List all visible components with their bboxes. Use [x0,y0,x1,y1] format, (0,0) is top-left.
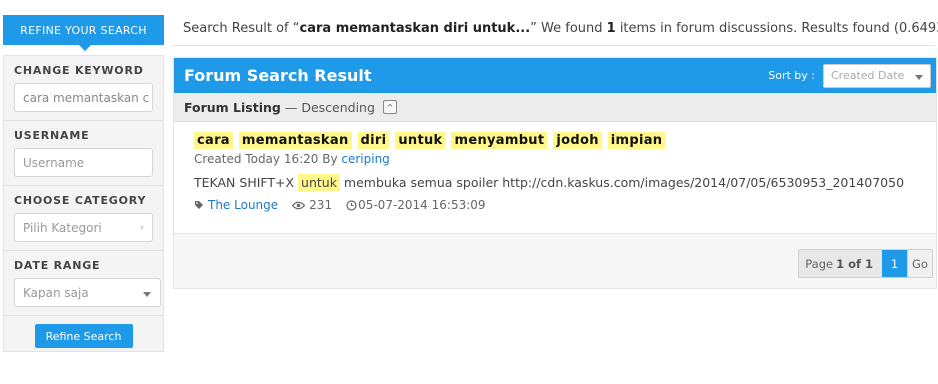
summary-count: 1 [606,21,616,36]
snippet-highlight: untuk [298,174,340,191]
keyword-title: CHANGE KEYWORD [14,64,144,77]
post-datetime: 05-07-2014 16:53:09 [346,198,486,212]
title-word: cara [194,132,233,149]
listing-label: Forum Listing [184,99,281,115]
go-button[interactable]: Go [907,250,932,277]
summary-query: cara memantaskan diri untuk... [299,21,531,36]
daterange-section: DATE RANGE Kapan saja [4,251,163,315]
category-link[interactable]: The Lounge [208,198,278,212]
refine-your-search-tab: REFINE YOUR SEARCH [3,15,164,51]
category-select[interactable]: Pilih Kategori › [14,213,153,242]
sort-value: Created Date [831,69,905,82]
title-word: diri [357,132,390,149]
refine-search-button[interactable]: Refine Search [34,324,133,348]
views-count: 231 [292,198,332,212]
username-input[interactable]: Username [14,148,153,177]
category-value: Pilih Kategori [23,220,102,235]
category-tag: The Lounge [194,198,278,212]
username-placeholder: Username [23,155,85,170]
daterange-select[interactable]: Kapan saja [14,278,161,307]
result-snippet: TEKAN SHIFT+X untuk membuka semua spoile… [194,174,916,191]
category-section: CHOOSE CATEGORY Pilih Kategori › [4,186,163,251]
summary-suffix: items in forum discussions. Results foun… [619,21,938,36]
snippet-before: TEKAN SHIFT+X [194,175,299,190]
datetime-value: 05-07-2014 16:53:09 [358,198,486,212]
category-title: CHOOSE CATEGORY [14,194,147,207]
title-word: jodoh [553,132,602,149]
keyword-section: CHANGE KEYWORD cara memantaskan c [4,56,163,121]
pagination: Page 1 of 1 1 Go [798,249,933,278]
caret-down-icon [915,74,923,80]
panel-title: Forum Search Result [184,66,372,85]
search-result-item: cara memantaskan diri untuk menyambut jodoh im… [174,122,936,234]
clock-icon [346,199,357,211]
sort-select[interactable]: Created Date [823,63,931,88]
sort-by: Sort by : Created Date [768,63,931,88]
daterange-value: Kapan saja [23,285,89,300]
author-link[interactable]: ceriping [341,152,389,166]
keyword-value: cara memantaskan c [23,90,150,105]
tag-icon [195,201,203,209]
refine-sidebar: CHANGE KEYWORD cara memantaskan c USERNA… [3,55,164,352]
tab-pointer [79,45,91,51]
search-summary: Search Result of “cara memantaskan diri … [183,21,938,36]
result-tags: The Lounge 231 05-07-2014 16:53:09 [194,198,916,212]
keyword-input[interactable]: cara memantaskan c [14,83,153,112]
snippet-after: membuka semua spoiler http://cdn.kaskus.… [339,175,905,190]
page-1-button[interactable]: 1 [882,250,907,277]
title-word: impian [607,132,666,149]
title-word: untuk [395,132,446,149]
username-title: USERNAME [14,129,90,142]
daterange-title: DATE RANGE [14,259,101,272]
forum-search-panel: Forum Search Result Sort by : Created Da… [173,57,937,289]
caret-down-icon [143,292,151,297]
page-prefix: Page [805,256,834,271]
result-meta: Created Today 16:20 By ceriping [194,152,916,166]
views-value: 231 [309,198,333,212]
chevron-right-icon: › [140,223,144,233]
collapse-icon[interactable]: ^ [382,100,397,114]
divider [173,45,935,46]
summary-mid: ” We found [530,21,607,36]
panel-header: Forum Search Result Sort by : Created Da… [174,58,936,93]
listing-order: — Descending [284,99,375,115]
title-word: menyambut [451,132,548,149]
refine-tab-label: REFINE YOUR SEARCH [20,23,147,37]
result-title[interactable]: cara memantaskan diri untuk menyambut jodoh im… [194,132,916,149]
page-count: 1 of 1 [836,256,873,271]
page-info: Page 1 of 1 [799,250,882,277]
summary-prefix: Search Result of “ [183,21,300,36]
title-word: memantaskan [238,132,352,149]
sort-label: Sort by : [768,69,815,82]
eye-icon [292,201,306,209]
username-section: USERNAME Username [4,121,163,186]
created-text: Created Today 16:20 By [194,152,342,166]
forum-listing-bar: Forum Listing — Descending ^ [174,93,936,122]
